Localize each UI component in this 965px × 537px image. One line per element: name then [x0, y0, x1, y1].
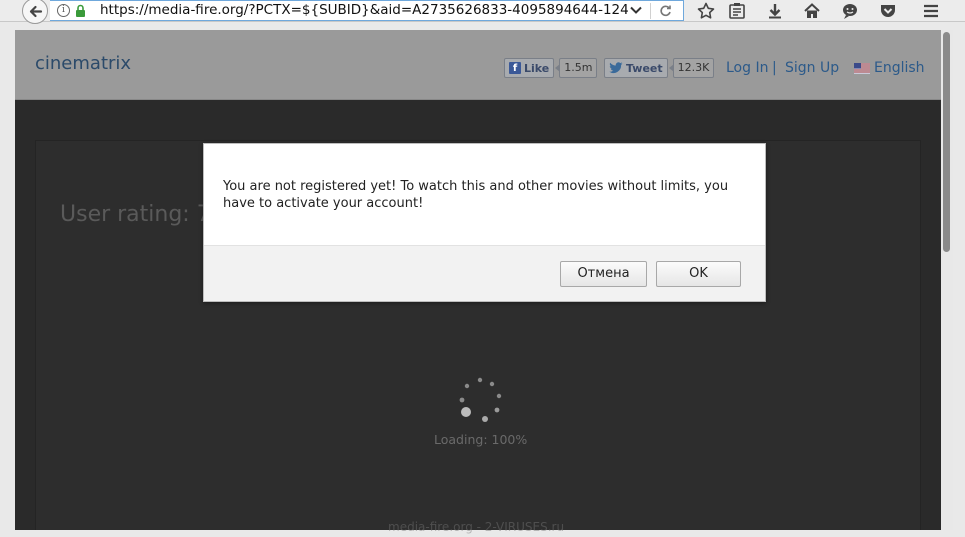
facebook-like: f Like 1.5m [504, 58, 598, 78]
home-icon[interactable] [803, 2, 821, 20]
back-button[interactable] [22, 0, 48, 24]
login-link[interactable]: Log In [726, 60, 768, 76]
info-icon[interactable]: i [57, 4, 70, 17]
tweet-label: Tweet [626, 61, 663, 75]
like-label: Like [524, 61, 550, 75]
menu-icon[interactable] [922, 2, 940, 20]
site-logo[interactable]: cinematrix [35, 53, 131, 74]
chevron-down-icon[interactable] [630, 6, 642, 15]
user-rating: User rating: 7. [60, 202, 218, 227]
language-link[interactable]: English [874, 60, 925, 76]
like-button[interactable]: f Like [504, 58, 555, 78]
site-header: cinematrix f Like 1.5m Tweet 12.3K Log I… [15, 30, 941, 100]
signup-link[interactable]: Sign Up [785, 60, 839, 76]
url-bar[interactable]: i https://media-fire.org/?PCTX=${SUBID}&… [50, 0, 684, 21]
back-arrow-icon [29, 5, 43, 18]
dialog-message: You are not registered yet! To watch thi… [223, 179, 729, 211]
lock-icon[interactable] [75, 4, 86, 18]
url-text[interactable]: https://media-fire.org/?PCTX=${SUBID}&ai… [100, 2, 628, 18]
ok-button[interactable]: OK [656, 261, 741, 287]
pocket-icon[interactable] [879, 2, 897, 20]
star-icon[interactable] [697, 2, 715, 20]
tweet-button[interactable]: Tweet [604, 58, 668, 78]
twitter-icon [609, 62, 623, 73]
loading-spinner-icon [459, 377, 502, 422]
loading-text: Loading: 100% [434, 432, 528, 447]
facebook-icon: f [509, 62, 521, 74]
twitter-tweet: Tweet 12.3K [604, 58, 715, 78]
tweet-count: 12.3K [668, 58, 715, 78]
cancel-button[interactable]: Отмена [560, 261, 647, 287]
like-count: 1.5m [555, 58, 598, 78]
url-bar-divider [650, 3, 651, 19]
download-icon[interactable] [766, 2, 784, 20]
dialog-footer: Отмена OK [204, 245, 765, 301]
nav-separator: | [772, 60, 777, 76]
browser-toolbar: i https://media-fire.org/?PCTX=${SUBID}&… [0, 0, 965, 24]
us-flag-icon [854, 63, 870, 74]
reload-icon[interactable] [659, 4, 672, 17]
scrollbar[interactable] [941, 30, 953, 530]
reading-list-icon[interactable] [728, 2, 746, 20]
watermark: media-fire.org - 2-VIRUSES.ru [388, 520, 565, 534]
alert-dialog: You are not registered yet! To watch thi… [203, 143, 766, 302]
scrollbar-thumb[interactable] [943, 32, 950, 252]
chat-icon[interactable] [841, 2, 859, 20]
